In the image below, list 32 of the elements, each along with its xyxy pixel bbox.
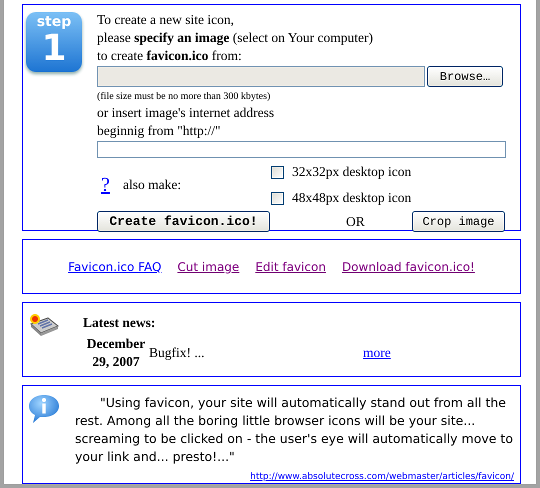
crop-button[interactable]: Crop image (412, 211, 505, 232)
news-heading: Latest news: (83, 314, 156, 332)
also-make-label: also make: (123, 177, 182, 193)
step-number: 1 (41, 30, 67, 68)
checkbox[interactable] (271, 166, 284, 178)
help-link[interactable]: ? (101, 174, 123, 196)
instruction-text: To create a new site icon, (97, 11, 235, 29)
size-note: (file size must be no more than 300 kbytes) (97, 90, 272, 104)
instruction-text: beginnig from "http://" (97, 122, 222, 140)
nav-link[interactable]: Download favicon.ico! (342, 260, 475, 274)
nav-link[interactable]: Favicon.ico FAQ (68, 260, 162, 274)
instruction-text: or insert image's internet address (97, 104, 276, 122)
quote-text: "Using favicon, your site will automatically stand out from all the rest. Among all the boring little browser icons will be your site... screaming to be clicked on - the user's eye will automatically move to your link and... presto!..." (75, 394, 514, 466)
step-label: step (36, 14, 72, 30)
more-link[interactable]: more (363, 345, 391, 361)
create-button[interactable]: Create favicon.ico! (97, 211, 270, 232)
news-text: Bugfix! ... (149, 345, 206, 361)
news-date: December 29, 2007 (86, 335, 146, 371)
or-text: OR (346, 214, 366, 230)
nav-link[interactable]: Edit favicon (255, 260, 326, 274)
checkbox-label: 32x32px desktop icon (292, 164, 412, 180)
instruction-text: please specify an image (select on Your computer) (97, 29, 374, 47)
checkbox-label: 48x48px desktop icon (292, 190, 412, 206)
url-field[interactable] (97, 141, 506, 158)
newspaper-icon (28, 312, 60, 336)
source-link[interactable]: http://www.absolutecross.com/webmaster/articles/favicon/ (250, 472, 514, 482)
nav-link[interactable]: Cut image (177, 260, 240, 274)
instruction-text: to create favicon.ico from: (97, 47, 243, 65)
checkbox[interactable] (271, 192, 284, 204)
browse-button[interactable]: Browse… (427, 66, 503, 87)
info-icon (28, 394, 60, 424)
file-path-field[interactable] (97, 66, 425, 87)
